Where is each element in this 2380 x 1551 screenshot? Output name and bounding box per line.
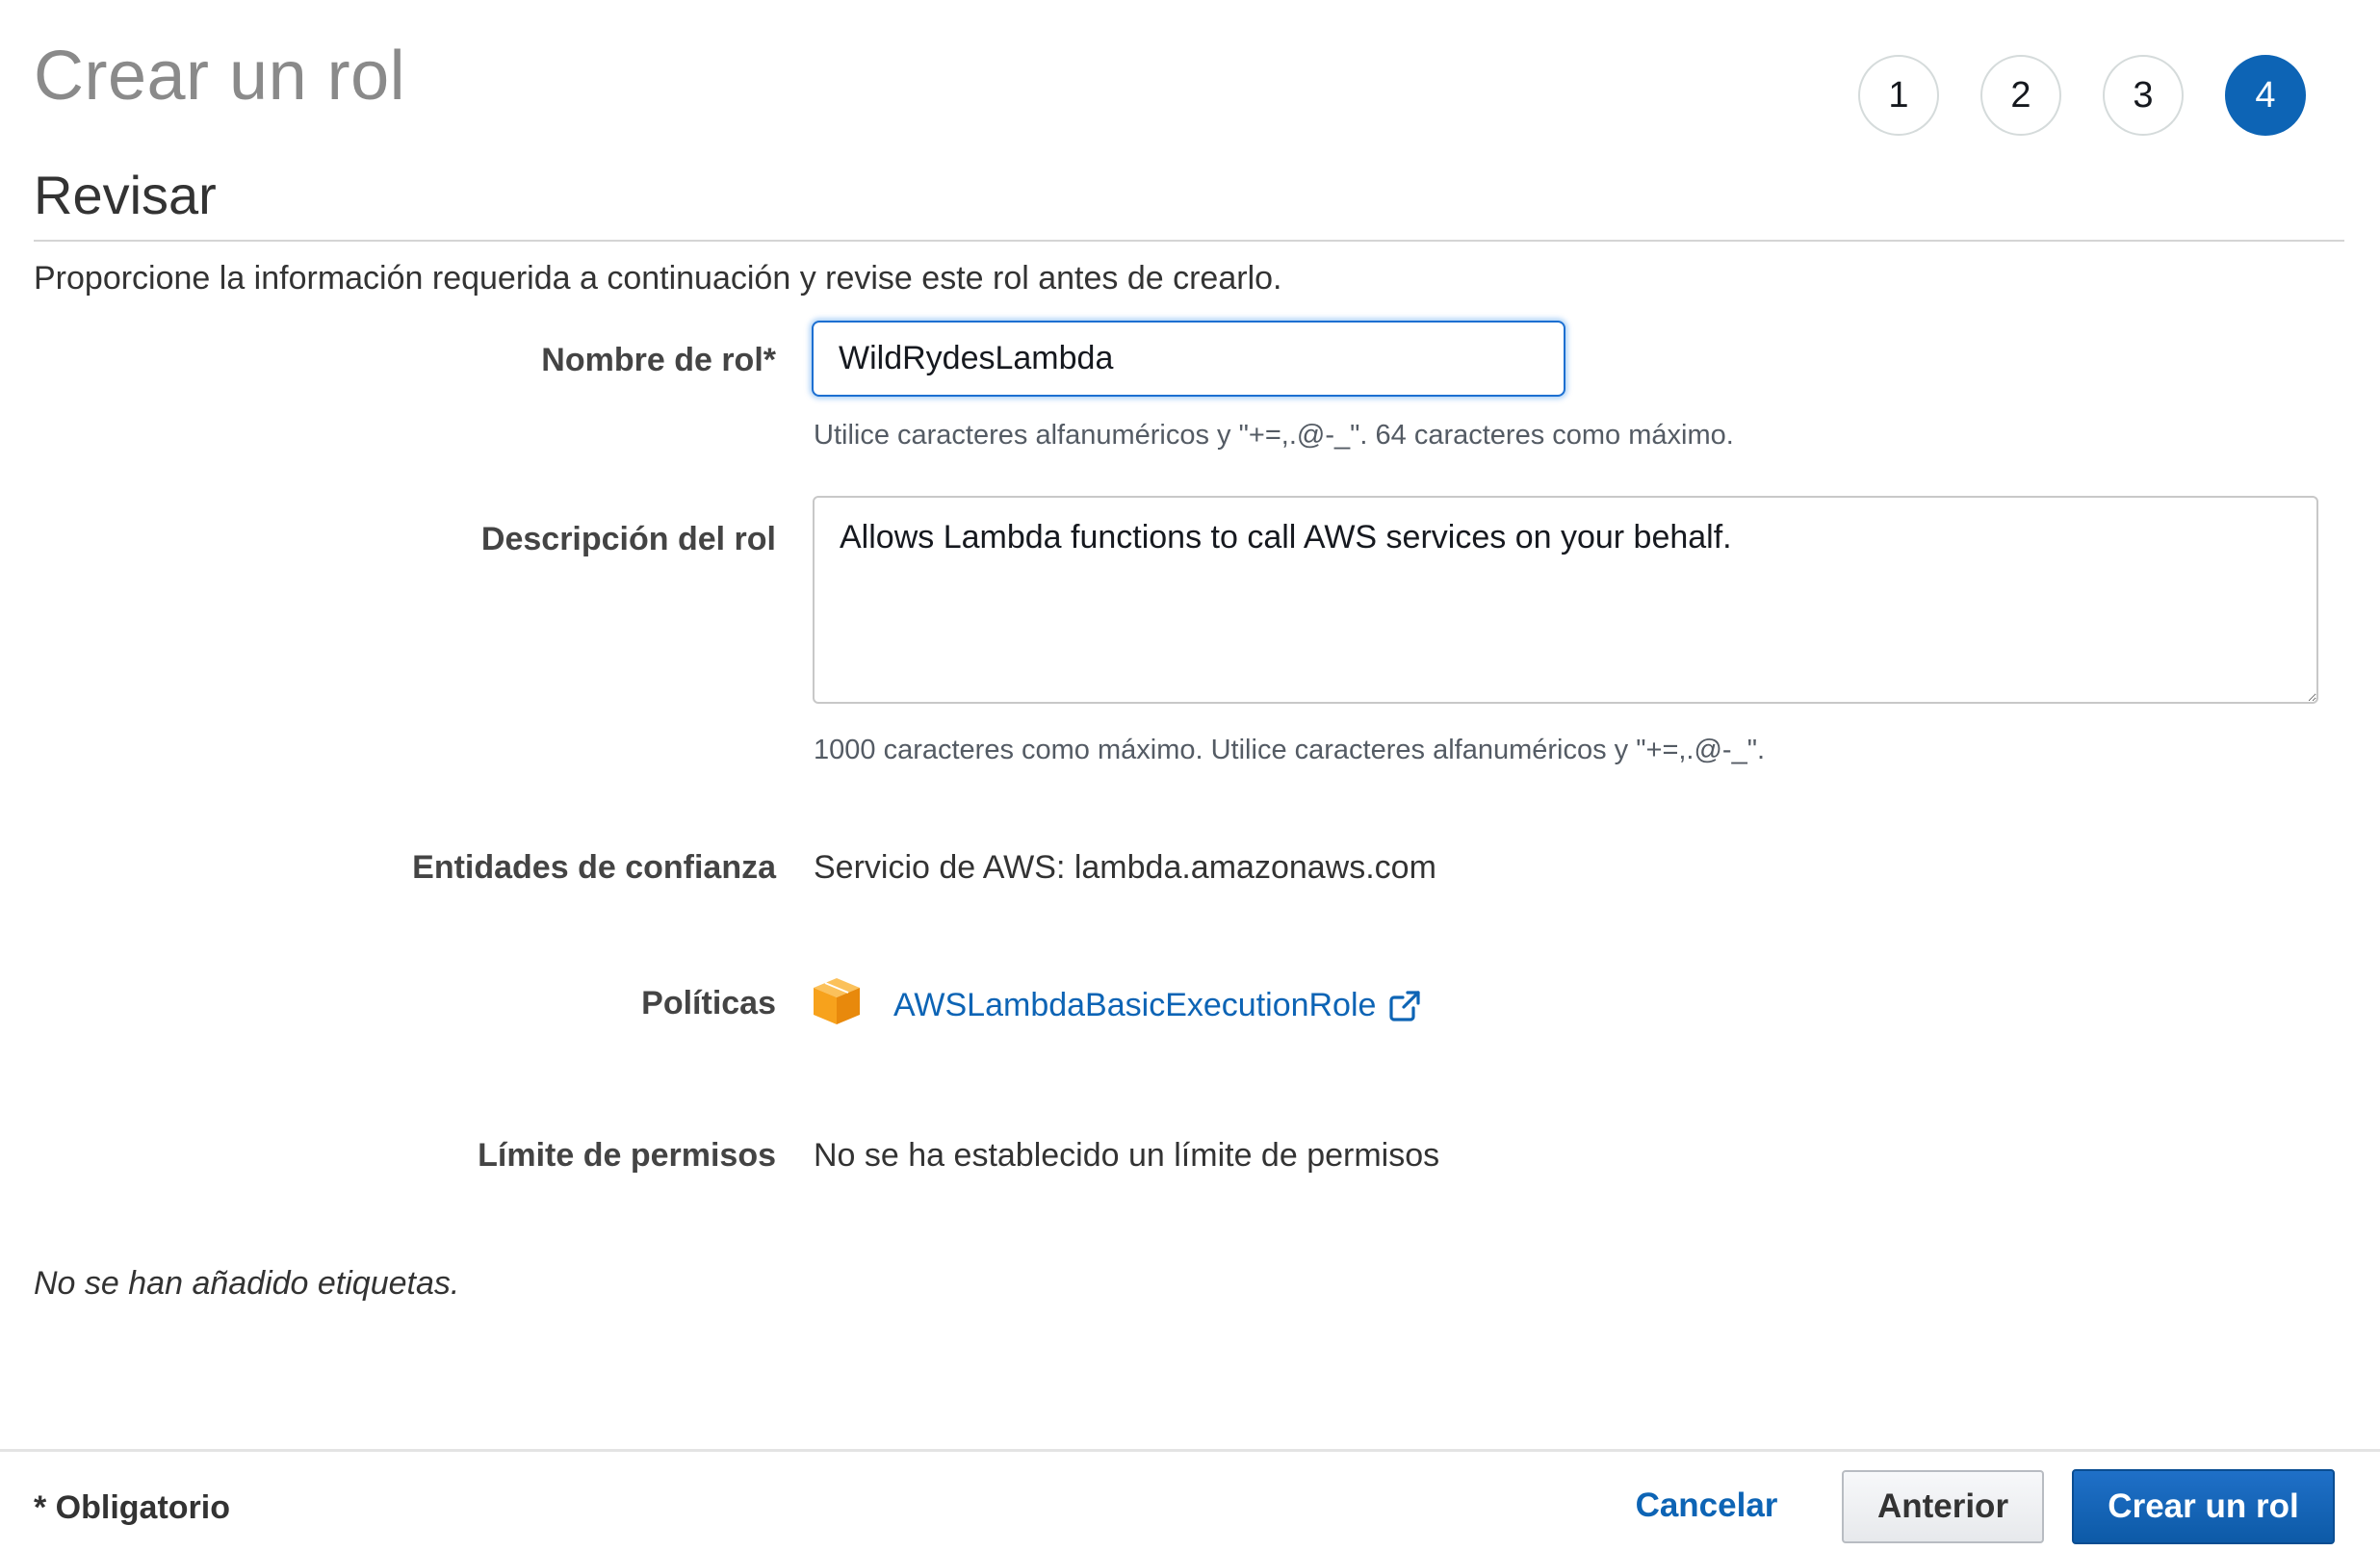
- trusted-entities-value: Servicio de AWS: lambda.amazonaws.com: [814, 849, 1436, 886]
- page-title: Crear un rol: [34, 38, 406, 115]
- section-intro: Proporcione la información requerida a c…: [34, 260, 1282, 297]
- role-name-label: Nombre de rol*: [541, 342, 776, 378]
- step-2[interactable]: 2: [1980, 55, 2061, 136]
- step-3[interactable]: 3: [2103, 55, 2184, 136]
- permissions-boundary-label: Límite de permisos: [478, 1137, 776, 1174]
- role-name-hint: Utilice caracteres alfanuméricos y "+=,.…: [814, 420, 1734, 451]
- permissions-boundary-value: No se ha establecido un límite de permis…: [814, 1137, 1440, 1174]
- create-role-page: Crear un rol 1 2 3 4 Revisar Proporcione…: [0, 0, 2380, 1551]
- role-description-textarea[interactable]: Allows Lambda functions to call AWS serv…: [813, 496, 2318, 704]
- wizard-steps: 1 2 3 4: [1858, 55, 2306, 136]
- no-tags-note: No se han añadido etiquetas.: [34, 1265, 460, 1302]
- external-link-icon: [1389, 990, 1421, 1021]
- trusted-entities-label: Entidades de confianza: [412, 849, 776, 886]
- step-4-current[interactable]: 4: [2225, 55, 2306, 136]
- create-role-button[interactable]: Crear un rol: [2072, 1469, 2335, 1544]
- step-1[interactable]: 1: [1858, 55, 1939, 136]
- policy-link-aws-lambda-basic-execution-role[interactable]: AWSLambdaBasicExecutionRole: [893, 987, 1422, 1024]
- required-note: * Obligatorio: [34, 1489, 230, 1526]
- previous-button[interactable]: Anterior: [1842, 1470, 2044, 1543]
- role-description-label: Descripción del rol: [480, 521, 776, 557]
- cancel-button[interactable]: Cancelar: [1617, 1470, 1796, 1540]
- policies-label: Políticas: [641, 985, 776, 1021]
- footer-divider: [0, 1449, 2380, 1452]
- role-name-input[interactable]: [812, 321, 1565, 397]
- section-divider: [34, 240, 2344, 242]
- policy-link-label: AWSLambdaBasicExecutionRole: [893, 987, 1377, 1023]
- role-description-hint: 1000 caracteres como máximo. Utilice car…: [814, 735, 1766, 765]
- aws-managed-policy-icon: [814, 978, 860, 1024]
- section-title: Revisar: [34, 165, 217, 225]
